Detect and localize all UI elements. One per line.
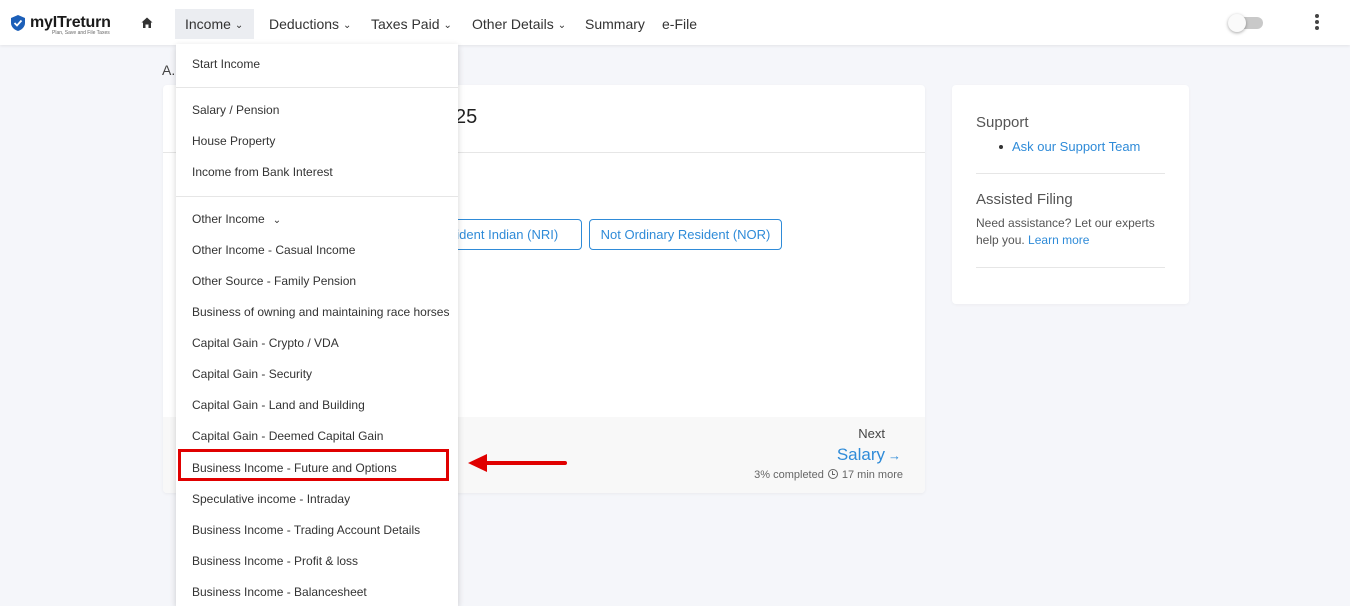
progress-percent: 3% completed [754, 469, 824, 481]
nav-deductions-label: Deductions [269, 16, 340, 32]
menu-item-cg-security[interactable]: Capital Gain - Security [192, 367, 312, 381]
menu-item-cg-deemed[interactable]: Capital Gain - Deemed Capital Gain [192, 429, 383, 443]
nor-button[interactable]: Not Ordinary Resident (NOR) [589, 219, 782, 250]
chevron-down-icon: ⌄ [557, 20, 567, 31]
nav-summary-label: Summary [585, 16, 645, 32]
menu-item-bank-interest[interactable]: Income from Bank Interest [192, 165, 333, 179]
menu-item-trading-account[interactable]: Business Income - Trading Account Detail… [192, 523, 420, 537]
home-icon[interactable] [141, 17, 153, 29]
nav-other-details-label: Other Details [472, 16, 554, 32]
menu-divider [176, 196, 458, 197]
red-arrow-icon [468, 454, 567, 472]
menu-item-family-pension[interactable]: Other Source - Family Pension [192, 274, 356, 288]
support-team-link[interactable]: Ask our Support Team [1012, 139, 1140, 154]
nav-other-details[interactable]: Other Details ⌄ [472, 9, 566, 39]
menu-item-start-income[interactable]: Start Income [192, 57, 260, 71]
menu-item-cg-land-building[interactable]: Capital Gain - Land and Building [192, 398, 365, 412]
next-label: Next [858, 426, 885, 441]
nav-income-label: Income [185, 16, 231, 32]
assessment-year-label: A. [162, 62, 176, 78]
income-dropdown-menu: Start Income Salary / Pension House Prop… [176, 44, 458, 606]
menu-item-profit-loss[interactable]: Business Income - Profit & loss [192, 554, 358, 568]
nav-income[interactable]: Income ⌄ [175, 9, 254, 39]
nav-summary[interactable]: Summary [585, 9, 645, 39]
nav-taxes-paid[interactable]: Taxes Paid ⌄ [371, 9, 452, 39]
menu-item-balancesheet[interactable]: Business Income - Balancesheet [192, 585, 367, 599]
menu-item-other-income[interactable]: Other Income ⌄ [192, 212, 281, 226]
learn-more-link[interactable]: Learn more [1028, 233, 1089, 247]
top-nav-bar: myITreturn Plan, Save and File Taxes Inc… [0, 0, 1350, 45]
next-link-label: Salary [836, 445, 885, 464]
nav-taxes-paid-label: Taxes Paid [371, 16, 440, 32]
menu-item-casual-income[interactable]: Other Income - Casual Income [192, 243, 355, 257]
assisted-filing-text: Need assistance? Let our experts help yo… [976, 215, 1166, 249]
assisted-filing-title: Assisted Filing [976, 191, 1073, 208]
nor-button-label: Not Ordinary Resident (NOR) [600, 227, 771, 242]
menu-item-intraday[interactable]: Speculative income - Intraday [192, 492, 350, 506]
chevron-down-icon: ⌄ [343, 20, 352, 31]
bullet-dot [999, 145, 1003, 149]
menu-divider [176, 87, 458, 88]
highlight-box [178, 449, 449, 481]
shield-check-icon [11, 15, 25, 31]
support-panel: Support Ask our Support Team Assisted Fi… [952, 85, 1189, 304]
chevron-down-icon: ⌄ [272, 215, 282, 226]
nav-efile[interactable]: e-File [662, 9, 697, 39]
divider [976, 267, 1165, 268]
chevron-down-icon: ⌄ [234, 20, 244, 31]
theme-toggle[interactable] [1228, 14, 1263, 32]
support-title: Support [976, 114, 1029, 131]
nri-button-label: sident Indian (NRI) [449, 227, 559, 242]
logo[interactable]: myITreturn Plan, Save and File Taxes [10, 13, 111, 37]
toggle-knob [1228, 14, 1246, 32]
card-title: 25 [455, 106, 478, 128]
more-options-icon[interactable] [1312, 14, 1322, 32]
chevron-down-icon: ⌄ [443, 20, 452, 31]
menu-other-income-label: Other Income [192, 212, 265, 226]
time-remaining: 17 min more [841, 469, 903, 481]
menu-item-salary-pension[interactable]: Salary / Pension [192, 103, 279, 117]
menu-item-crypto-vda[interactable]: Capital Gain - Crypto / VDA [192, 336, 339, 350]
next-salary-link[interactable]: Salary → [837, 445, 901, 465]
menu-item-race-horses[interactable]: Business of owning and maintaining race … [192, 305, 449, 319]
nav-efile-label: e-File [662, 16, 698, 32]
progress-status: 3% completed 17 min more [754, 468, 903, 481]
divider [976, 173, 1165, 174]
logo-tagline: Plan, Save and File Taxes [52, 30, 110, 36]
nav-deductions[interactable]: Deductions ⌄ [269, 9, 351, 39]
arrow-right-icon: → [888, 448, 901, 463]
menu-item-house-property[interactable]: House Property [192, 134, 275, 148]
clock-icon [827, 469, 838, 479]
